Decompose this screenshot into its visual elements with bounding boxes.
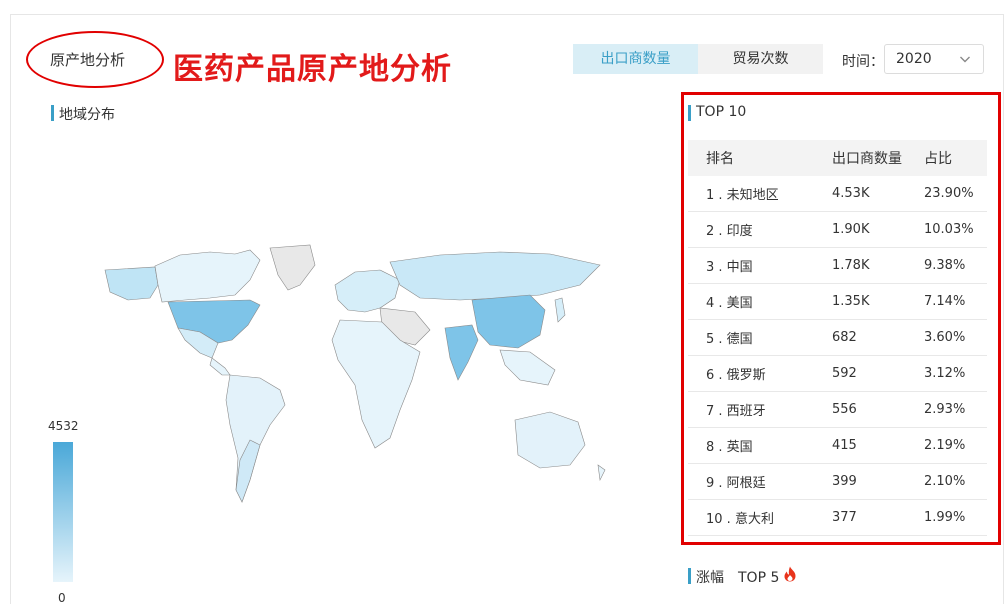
table-header: 排名 出口商数量 占比	[688, 140, 987, 176]
map-region-new-zealand	[597, 464, 606, 482]
table-row: 10 . 意大利 377 1.99%	[688, 500, 987, 536]
row-count: 377	[832, 510, 857, 525]
row-rank: 9 . 阿根廷	[706, 476, 766, 491]
row-rank: 3 . 中国	[706, 260, 753, 275]
row-count: 682	[832, 330, 857, 345]
fire-icon	[784, 566, 796, 582]
map-section-title: 地域分布	[51, 104, 115, 124]
row-rank: 8 . 英国	[706, 440, 753, 455]
map-region-central-america	[209, 357, 231, 376]
map-region-southeast-asia	[499, 349, 556, 386]
legend-max-label: 4532	[48, 419, 79, 433]
top10-title: TOP 10	[688, 104, 746, 121]
row-ratio: 3.12%	[924, 366, 966, 381]
map-region-canada	[154, 249, 261, 303]
row-count: 1.35K	[832, 294, 870, 309]
map-region-india	[444, 324, 479, 381]
year-select[interactable]: 2020	[884, 44, 984, 74]
col-ratio: 占比	[924, 151, 952, 167]
map-region-australia	[514, 411, 586, 469]
row-ratio: 9.38%	[924, 258, 966, 273]
table-row: 1 . 未知地区 4.53K 23.90%	[688, 176, 987, 212]
page-title: 医药产品原产地分析	[173, 52, 452, 87]
legend-min-label: 0	[58, 591, 66, 604]
row-rank: 1 . 未知地区	[706, 188, 779, 203]
map-region-japan	[554, 297, 566, 323]
color-legend-bar[interactable]	[53, 442, 73, 582]
map-region-china	[471, 294, 546, 349]
row-ratio: 2.10%	[924, 474, 966, 489]
col-exporter-count: 出口商数量	[832, 151, 902, 167]
map-region-usa	[167, 299, 261, 344]
metric-toggle: 出口商数量 贸易次数	[573, 44, 823, 74]
row-ratio: 2.93%	[924, 402, 966, 417]
table-row: 2 . 印度 1.90K 10.03%	[688, 212, 987, 248]
row-rank: 7 . 西班牙	[706, 404, 766, 419]
row-ratio: 3.60%	[924, 330, 966, 345]
table-row: 7 . 西班牙 556 2.93%	[688, 392, 987, 428]
table-row: 3 . 中国 1.78K 9.38%	[688, 248, 987, 284]
row-count: 592	[832, 366, 857, 381]
row-count: 1.78K	[832, 258, 870, 273]
row-ratio: 2.19%	[924, 438, 966, 453]
section-title: 原产地分析	[50, 51, 126, 69]
row-rank: 4 . 美国	[706, 296, 753, 311]
world-map[interactable]	[100, 240, 610, 510]
map-region-russia	[389, 251, 601, 301]
row-rank: 6 . 俄罗斯	[706, 368, 766, 383]
row-count: 415	[832, 438, 857, 453]
map-region-south-america	[225, 374, 286, 503]
year-select-value: 2020	[896, 51, 932, 67]
growth-top5-title: 涨幅 TOP 5	[688, 567, 779, 587]
time-label: 时间：	[842, 54, 884, 70]
row-ratio: 10.03%	[924, 222, 974, 237]
row-rank: 10 . 意大利	[706, 512, 774, 527]
table-row: 5 . 德国 682 3.60%	[688, 320, 987, 356]
row-count: 4.53K	[832, 186, 870, 201]
toggle-trade-count[interactable]: 贸易次数	[698, 44, 823, 74]
row-ratio: 1.99%	[924, 510, 966, 525]
row-count: 1.90K	[832, 222, 870, 237]
table-row: 8 . 英国 415 2.19%	[688, 428, 987, 464]
chevron-down-icon	[960, 56, 970, 63]
map-region-greenland	[269, 244, 316, 291]
row-rank: 5 . 德国	[706, 332, 753, 347]
col-rank: 排名	[706, 151, 734, 167]
row-ratio: 7.14%	[924, 294, 966, 309]
row-count: 556	[832, 402, 857, 417]
map-region-alaska	[104, 266, 159, 301]
top10-table: 排名 出口商数量 占比 1 . 未知地区 4.53K 23.90% 2 . 印度…	[688, 140, 987, 536]
map-region-europe	[334, 269, 401, 313]
table-row: 4 . 美国 1.35K 7.14%	[688, 284, 987, 320]
table-row: 9 . 阿根廷 399 2.10%	[688, 464, 987, 500]
row-rank: 2 . 印度	[706, 224, 753, 239]
toggle-exporter-count[interactable]: 出口商数量	[573, 44, 698, 74]
row-ratio: 23.90%	[924, 186, 974, 201]
table-row: 6 . 俄罗斯 592 3.12%	[688, 356, 987, 392]
row-count: 399	[832, 474, 857, 489]
